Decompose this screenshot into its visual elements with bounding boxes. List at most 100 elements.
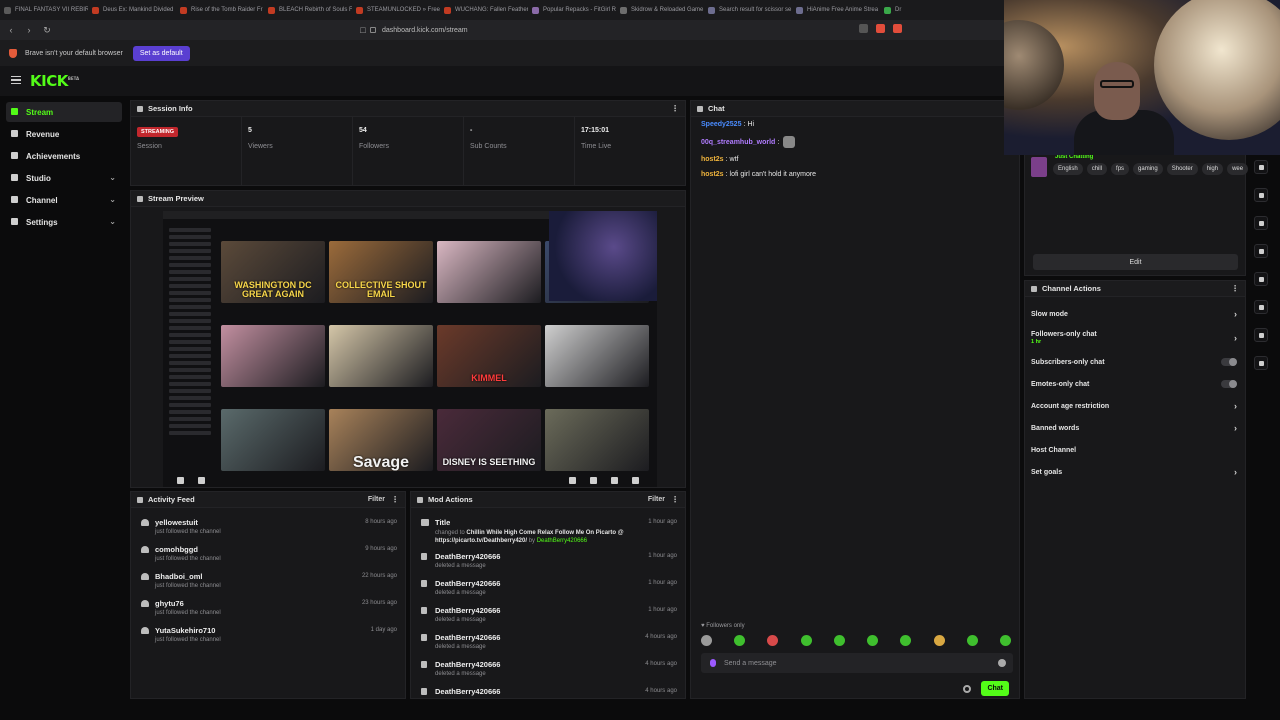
sidebar-item-stream[interactable]: Stream [6,102,122,122]
link-icon[interactable] [1254,272,1268,286]
channel-action-subscribers-only-chat[interactable]: Subscribers-only chat [1025,351,1245,373]
channel-action-slow-mode[interactable]: Slow mode › [1025,303,1245,325]
browser-tab[interactable]: WUCHANG: Fallen Feather [440,0,528,20]
chat-username[interactable]: host2s [701,171,724,178]
activity-row: YutaSukehiro710 just followed the channel… [131,620,405,647]
more-options-icon[interactable]: ⋮ [1231,284,1239,293]
stream-tag: high [1201,163,1224,175]
back-icon[interactable]: ‹ [4,23,18,37]
activity-row: ghytu76 just followed the channel 23 hours… [131,593,405,620]
site-info-icon[interactable] [370,27,376,33]
more-options-icon[interactable]: ⋮ [671,104,679,113]
emote-icon[interactable] [999,635,1011,646]
list-icon[interactable] [1254,300,1268,314]
stat-label: Followers [359,143,389,150]
emote-icon[interactable] [701,635,712,646]
more-options-icon[interactable]: ⋮ [391,495,399,504]
chat-message-input[interactable]: Send a message [701,653,1013,673]
emote-icon[interactable] [767,635,779,646]
browser-tab[interactable]: Skidrow & Reloaded Game [616,0,704,20]
send-chat-button[interactable]: Chat [981,681,1009,696]
emoji-picker-icon[interactable] [998,659,1006,667]
activity-filter-button[interactable]: Filter [368,496,385,503]
stream-icon [11,108,18,115]
toggle-switch[interactable] [1221,380,1237,388]
stream-preview-header: Stream Preview [131,191,685,207]
sidebar-item-label: Channel [26,195,58,205]
emote-icon[interactable] [833,635,845,646]
channel-action-banned-words[interactable]: Banned words › [1025,417,1245,439]
browser-tab[interactable]: HiAnime Free Anime Strea [792,0,880,20]
channel-action-followers-only-chat[interactable]: Followers-only chat 1 hr › [1025,325,1245,351]
toggle-switch[interactable] [1221,358,1237,366]
browser-tab[interactable]: Rise of the Tomb Raider Fr [176,0,264,20]
emote-icon[interactable] [900,635,912,646]
stream-preview-video[interactable]: WASHINGTON DC GREAT AGAIN COLLECTIVE SHOU… [163,211,657,487]
channel-action-label: Account age restriction [1031,402,1110,410]
kick-logo[interactable]: KICKBETA [30,72,79,90]
tab-favicon-icon [356,6,363,14]
share-icon[interactable] [859,24,868,33]
wrench-icon[interactable] [1254,328,1268,342]
browser-tab[interactable]: BLEACH Rebirth of Souls Fr [264,0,352,20]
stat-value: - [470,127,473,134]
chevron-right-icon: › [1234,333,1237,343]
brave-shields-icon[interactable] [876,24,885,33]
channel-action-account-age-restriction[interactable]: Account age restriction › [1025,395,1245,417]
close-icon[interactable] [1254,160,1268,174]
lightning-icon[interactable] [1254,188,1268,202]
channel-action-host-channel[interactable]: Host Channel [1025,439,1245,461]
sidebar: Stream Revenue Achievements Studio ⌄ Channel ⌄… [0,100,128,700]
browser-tab[interactable]: Deus Ex: Mankind Divided [88,0,176,20]
edit-stream-info-button[interactable]: Edit [1033,254,1238,270]
play-icon[interactable] [177,476,184,484]
theater-icon[interactable] [590,476,597,484]
sidebar-item-achievements[interactable]: Achievements [6,146,122,166]
emote-icon[interactable] [966,635,978,646]
channel-action-emotes-only-chat[interactable]: Emotes-only chat [1025,373,1245,395]
volume-icon[interactable] [198,476,205,484]
browser-tab[interactable]: Dr [880,0,968,20]
browser-tab[interactable]: FINAL FANTASY VII REBIRT [0,0,88,20]
stat-time-live: 17:15:01 Time Live [575,117,685,185]
document-icon[interactable] [1254,216,1268,230]
emote-icon[interactable] [734,635,746,646]
preview-video-thumbnail [437,241,541,303]
bookmark-icon[interactable]: □ [356,23,370,37]
chat-settings-icon[interactable] [963,684,972,693]
kick-emote-icon[interactable] [710,659,716,667]
brave-rewards-icon[interactable] [893,24,902,33]
chat-username[interactable]: Speedy2525 [701,121,741,128]
mod-filter-button[interactable]: Filter [648,496,665,503]
tab-favicon-icon [92,6,99,14]
activity-row: comohbggd just followed the channel 9 hour… [131,539,405,566]
channel-action-set-goals[interactable]: Set goals › [1025,461,1245,483]
chat-panel: Chat Speedy2525: Hi 00q_streamhub_world: ho… [690,100,1020,699]
emote-icon[interactable] [800,635,812,646]
browser-tab[interactable]: Popular Repacks - FitGirl R [528,0,616,20]
browser-tab[interactable]: Search result for scissor se [704,0,792,20]
mod-actions-panel: Mod Actions Filter ⋮ Title changed to Ch… [410,491,686,699]
chat-username[interactable]: host2s [701,156,724,163]
set-default-button[interactable]: Set as default [132,45,190,61]
chat-username[interactable]: 00q_streamhub_world [701,139,775,146]
more-options-icon[interactable]: ⋮ [671,495,679,504]
sidebar-item-channel[interactable]: Channel ⌄ [6,190,122,210]
settings-icon[interactable] [632,476,639,484]
pip-icon[interactable] [569,476,576,484]
browser-tab[interactable]: STEAMUNLOCKED » Free S [352,0,440,20]
fullscreen-icon[interactable] [611,476,618,484]
sidebar-item-revenue[interactable]: Revenue [6,124,122,144]
menu-icon[interactable] [11,76,21,84]
users-icon[interactable] [1254,356,1268,370]
address-bar[interactable]: dashboard.kick.com/stream [370,23,910,37]
sidebar-item-studio[interactable]: Studio ⌄ [6,168,122,188]
emote-icon[interactable] [867,635,879,646]
reload-icon[interactable]: ↻ [40,23,54,37]
sidebar-item-settings[interactable]: Settings ⌄ [6,212,122,232]
activity-username[interactable]: YutaSukehiro710 [155,620,405,635]
chat-icon[interactable] [1254,244,1268,258]
sidebar-item-label: Settings [26,217,58,227]
forward-icon[interactable]: › [22,23,36,37]
emote-icon[interactable] [933,635,945,646]
